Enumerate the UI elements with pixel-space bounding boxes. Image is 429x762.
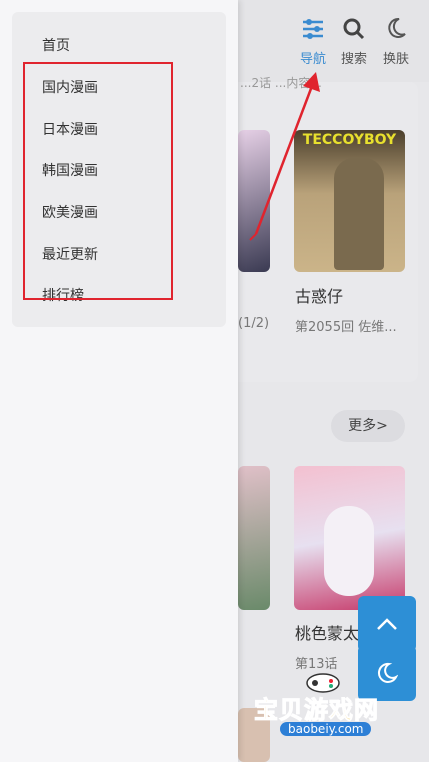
watermark-title: 宝贝游戏网 [254,696,379,725]
annotation-arrow [249,72,320,241]
watermark-url: baobeiy.com [280,722,372,736]
watermark: 宝贝游戏网 baobeiy.com [250,673,400,740]
